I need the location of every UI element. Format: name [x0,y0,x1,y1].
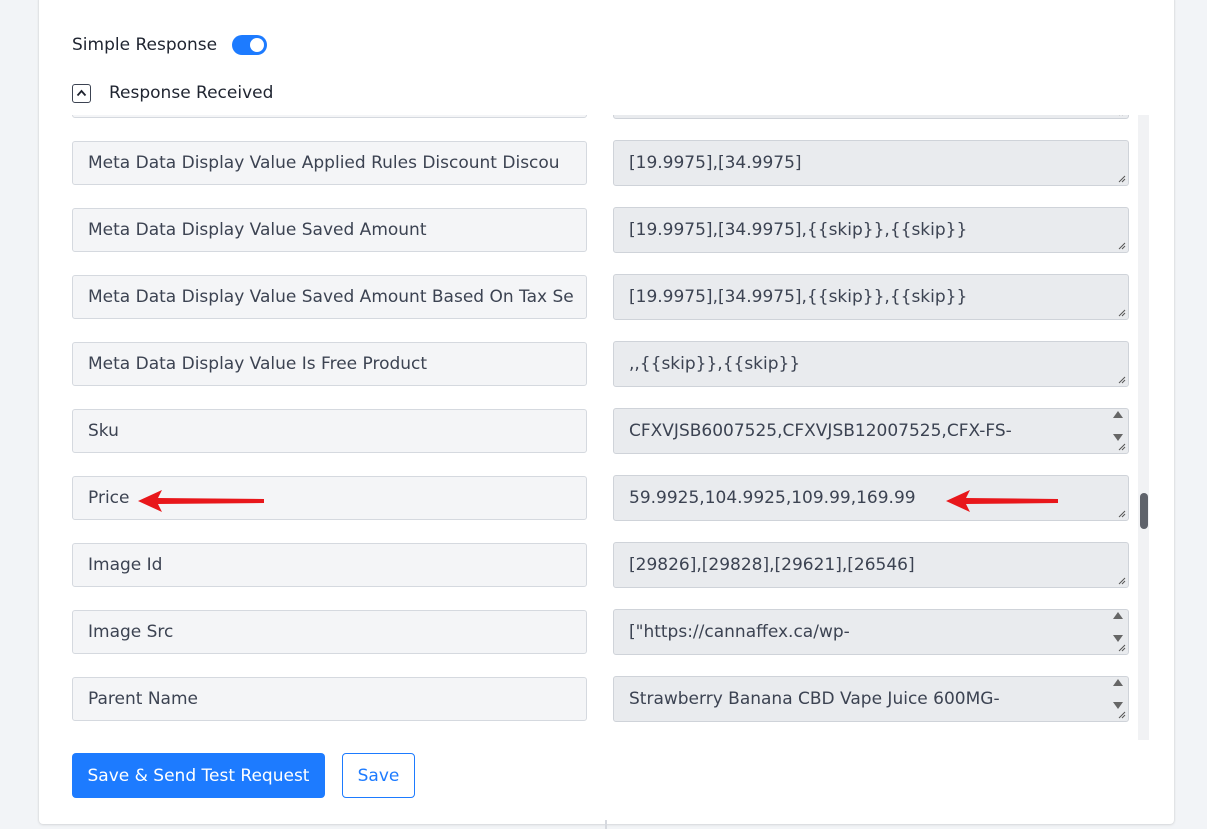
field-key[interactable]: Parent Name [72,677,587,721]
spinner-up-icon[interactable] [1113,612,1123,619]
red-arrow-icon [138,490,264,512]
field-key[interactable]: Meta Data Display Value Is Free Product [72,342,587,386]
response-fields-scroll-area[interactable]: Meta Data Display Value Applied Rules Di… [39,115,1150,740]
resize-grip-icon[interactable] [1117,576,1126,585]
resize-grip-icon[interactable] [1117,241,1126,250]
resize-grip-icon[interactable] [1117,174,1126,183]
field-value-text: CFXVJSB6007525,CFXVJSB12007525,CFX-FS- [629,421,1012,441]
response-received-row: Response Received [72,81,273,105]
field-value[interactable]: [29826],[29828],[29621],[26546] [613,542,1129,588]
field-value[interactable]: ["https://cannaffex.ca/wp- [613,609,1129,655]
field-value[interactable]: CFXVJSB6007525,CFXVJSB12007525,CFX-FS- [613,408,1129,454]
spinner-arrows-icon[interactable] [1110,679,1126,709]
field-value[interactable] [613,115,1129,119]
spinner-down-icon[interactable] [1113,635,1123,642]
field-key[interactable]: Sku [72,409,587,453]
spinner-down-icon[interactable] [1113,702,1123,709]
resize-grip-icon[interactable] [1117,643,1126,652]
field-key[interactable]: Image Src [72,610,587,654]
simple-response-row: Simple Response [72,33,268,57]
field-key[interactable]: Meta Data Display Value Saved Amount [72,208,587,252]
field-value[interactable]: [19.9975],[34.9975],{{skip}},{{skip}} [613,274,1129,320]
field-value-text: [19.9975],[34.9975],{{skip}},{{skip}} [629,220,968,240]
response-received-label: Response Received [109,83,274,103]
resize-grip-icon[interactable] [1117,308,1126,317]
spinner-arrows-icon[interactable] [1110,411,1126,441]
field-value[interactable]: [19.9975],[34.9975] [613,140,1129,186]
toggle-knob [250,38,265,52]
field-key[interactable]: Meta Data Display Value Applied Rules Di… [72,141,587,185]
background-divider [605,820,607,829]
field-value[interactable]: [19.9975],[34.9975],{{skip}},{{skip}} [613,207,1129,253]
field-value-text: ,,{{skip}},{{skip}} [629,354,801,374]
field-value-text: Strawberry Banana CBD Vape Juice 600MG- [629,689,1000,709]
save-button[interactable]: Save [342,753,415,798]
field-value-text: [29826],[29828],[29621],[26546] [629,555,915,575]
resize-grip-icon[interactable] [1117,375,1126,384]
chevron-up-icon [76,89,87,97]
spinner-up-icon[interactable] [1113,679,1123,686]
field-value-text: ["https://cannaffex.ca/wp- [629,622,850,642]
field-key[interactable] [72,115,587,118]
spinner-up-icon[interactable] [1113,411,1123,418]
spinner-down-icon[interactable] [1113,434,1123,441]
field-key[interactable]: Image Id [72,543,587,587]
field-value-text: [19.9975],[34.9975] [629,153,802,173]
field-value[interactable]: Strawberry Banana CBD Vape Juice 600MG- [613,676,1129,722]
resize-grip-icon[interactable] [1117,509,1126,518]
resize-grip-icon[interactable] [1117,442,1126,451]
collapse-button[interactable] [72,83,91,103]
simple-response-label: Simple Response [72,35,218,55]
field-value-text: [19.9975],[34.9975],{{skip}},{{skip}} [629,287,968,307]
field-value[interactable]: ,,{{skip}},{{skip}} [613,341,1129,387]
spinner-arrows-icon[interactable] [1110,612,1126,642]
field-key[interactable]: Meta Data Display Value Saved Amount Bas… [72,275,587,319]
resize-grip-icon[interactable] [1117,115,1126,116]
simple-response-toggle[interactable] [232,35,268,55]
field-value-text: 59.9925,104.9925,109.99,169.99 [629,488,916,508]
scrollbar-thumb[interactable] [1140,493,1148,529]
red-arrow-icon [946,490,1058,512]
vertical-scrollbar[interactable] [1138,115,1149,740]
save-and-send-test-request-button[interactable]: Save & Send Test Request [72,753,325,798]
resize-grip-icon[interactable] [1117,710,1126,719]
